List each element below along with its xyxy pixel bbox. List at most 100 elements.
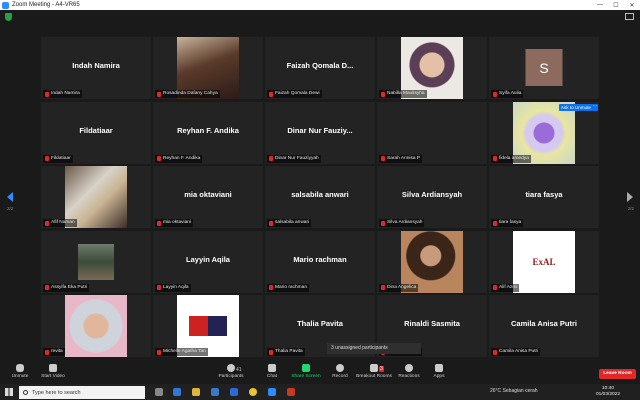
participant-tile[interactable]: Sarah Annisa P <box>377 101 487 164</box>
participants-count: 41 <box>236 367 242 373</box>
participant-name-label: Sarah Annisa P <box>379 154 423 163</box>
participant-tile[interactable]: ExAL Alif Azmi <box>489 230 599 293</box>
participant-display-name: Rinaldi Sasmita <box>404 319 460 328</box>
participant-tile[interactable]: Nabilla Maulisyha <box>377 37 487 99</box>
participant-tile[interactable]: Layyin Aqila Layyin Aqila <box>153 230 263 293</box>
participant-tile[interactable]: Assyifa Eka Putri <box>41 230 151 293</box>
participant-video <box>78 243 114 280</box>
participant-tile[interactable]: Rosadinda Dafany Cahya <box>153 37 263 99</box>
muted-mic-icon <box>493 91 497 97</box>
view-layout-icon[interactable] <box>625 13 634 20</box>
participant-tile[interactable]: Dina Angelica <box>377 230 487 293</box>
apps-button[interactable]: Apps <box>419 364 459 379</box>
participant-name: Mario rachman <box>275 284 307 290</box>
participant-name-label: Dina Angelica <box>379 283 419 292</box>
participant-name-label: Indah Namira <box>43 90 82 98</box>
participant-tile[interactable]: Reyhan F. Andika Reyhan F. Andika <box>153 101 263 164</box>
zoom-taskbar-icon[interactable] <box>268 388 276 396</box>
store-icon[interactable] <box>211 388 219 396</box>
share-screen-icon <box>302 364 310 372</box>
participant-name: Michelle Agatha Tan <box>163 349 206 354</box>
next-page-arrow-icon[interactable] <box>627 192 633 202</box>
participant-display-name: Fildatiaar <box>79 125 113 135</box>
participant-tile[interactable]: Mario rachman Mario rachman <box>265 230 375 293</box>
edge-browser-icon[interactable] <box>173 388 181 396</box>
participant-name: tiara fasya <box>499 220 522 225</box>
windows-start-icon[interactable] <box>5 388 13 396</box>
participant-video: ExAL <box>513 230 575 293</box>
muted-mic-icon <box>45 156 49 161</box>
participant-tile[interactable]: Faizah Qomala D... Faizah Qomala Dewi <box>265 37 375 99</box>
start-video-button[interactable]: Start Video <box>33 364 73 379</box>
taskbar-search-box[interactable]: Type here to search <box>19 386 145 399</box>
chrome-icon[interactable] <box>249 388 257 396</box>
task-view-icon[interactable] <box>155 388 163 396</box>
participant-display-name: Camila Anisa Putri <box>511 319 577 328</box>
muted-mic-icon <box>157 220 161 226</box>
participant-tile[interactable]: S Syifa Aulia <box>489 37 599 99</box>
muted-mic-icon <box>16 364 24 372</box>
breakout-rooms-button[interactable]: Breakout Rooms <box>354 364 394 379</box>
participant-name-label: Mario rachman <box>267 283 309 292</box>
participant-name-label: Camila Anisa Putri <box>491 348 541 356</box>
muted-mic-icon <box>45 91 49 97</box>
powerpoint-icon[interactable] <box>287 388 295 396</box>
breakout-rooms-label: Breakout Rooms <box>356 374 392 379</box>
record-icon <box>336 364 344 372</box>
participants-label: Participants <box>218 374 244 379</box>
participant-tile[interactable]: tiara fasya tiara fasya <box>489 166 599 228</box>
participant-name: Alif Azmi <box>499 284 518 290</box>
participant-name: Reyhan F. Andika <box>163 155 201 161</box>
participant-tile[interactable]: Afif Naman <box>41 166 151 228</box>
ask-to-unmute-button[interactable]: Ask to Unmute <box>558 103 593 111</box>
participant-tile[interactable]: Fildatiaar Fildatiaar <box>41 101 151 164</box>
file-explorer-icon[interactable] <box>192 388 200 396</box>
previous-page-arrow-icon[interactable] <box>7 192 13 202</box>
close-button[interactable]: ✕ <box>624 0 640 10</box>
participant-name: Camila Anisa Putri <box>499 349 539 354</box>
search-placeholder: Type here to search <box>32 389 81 396</box>
apps-label: Apps <box>433 374 445 379</box>
participant-name: salsabila anwari <box>275 220 310 225</box>
participant-name: Dinar Nur Fauziyyah <box>275 155 319 161</box>
reactions-icon <box>405 364 413 372</box>
participant-display-name: mia oktaviani <box>184 190 232 199</box>
participant-tile[interactable]: revita <box>41 295 151 357</box>
participant-name-label: Afif Naman <box>43 219 77 227</box>
participant-video: S <box>525 49 563 86</box>
muted-mic-icon <box>381 156 385 161</box>
system-tray-icons[interactable] <box>570 389 596 395</box>
taskbar-clock[interactable]: 10:40 01/03/2022 <box>596 386 620 398</box>
participant-tile[interactable]: mia oktaviani mia oktaviani <box>153 166 263 228</box>
participants-button[interactable]: Participants <box>211 364 251 379</box>
participant-name-label: mia oktaviani <box>155 219 193 227</box>
participant-display-name: salsabila anwari <box>291 190 349 199</box>
page-indicator-right: 2/2 <box>627 206 634 211</box>
title-bar: Zoom Meeting - A4-VR65 — ☐ ✕ <box>0 0 640 10</box>
participant-tile[interactable]: fidela amedya Ask to Unmute ⋯ <box>489 101 599 164</box>
unassigned-participants-notice[interactable]: 3 unassigned participants <box>327 343 421 354</box>
muted-mic-icon <box>269 349 273 355</box>
muted-mic-icon <box>157 91 161 97</box>
participant-name-label: Fildatiaar <box>43 154 73 163</box>
mail-icon[interactable] <box>230 388 238 396</box>
participants-icon <box>227 364 235 372</box>
participant-tile[interactable]: Silva Ardiansyah Silva Ardiansyah <box>377 166 487 228</box>
participant-tile[interactable]: Camila Anisa Putri Camila Anisa Putri <box>489 295 599 357</box>
more-options-icon[interactable]: ⋯ <box>592 103 598 111</box>
minimize-button[interactable]: — <box>592 0 608 10</box>
video-off-icon <box>49 364 57 372</box>
participant-name: Silva Ardiansyah <box>387 220 423 225</box>
leave-room-button[interactable]: Leave Room <box>599 369 636 379</box>
security-shield-icon[interactable] <box>5 13 12 21</box>
participant-tile[interactable]: salsabila anwari salsabila anwari <box>265 166 375 228</box>
participant-tile[interactable]: Indah Namira Indah Namira <box>41 37 151 99</box>
participant-display-name: tiara fasya <box>525 190 563 199</box>
maximize-button[interactable]: ☐ <box>608 0 624 10</box>
participant-tile[interactable]: Michelle Agatha Tan <box>153 295 263 357</box>
participant-tile[interactable]: Dinar Nur Fauziy... Dinar Nur Fauziyyah <box>265 101 375 164</box>
unmute-label: Unmute <box>11 374 29 379</box>
participant-name: Indah Namira <box>51 91 80 96</box>
weather-widget[interactable]: 26°C Sebagian cerah <box>490 388 538 394</box>
participant-name-label: Syifa Aulia <box>491 90 524 98</box>
